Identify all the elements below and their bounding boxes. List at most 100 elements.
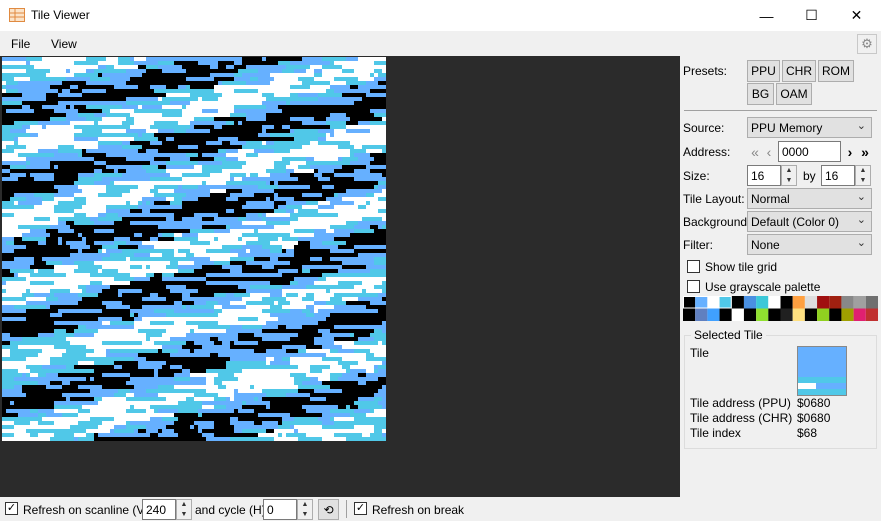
preset-chr-button[interactable]: CHR — [782, 60, 816, 82]
palette-swatch[interactable] — [853, 308, 866, 322]
palette-swatch[interactable] — [865, 308, 878, 322]
tile-pixel — [2, 325, 26, 329]
tile-pixel — [266, 393, 286, 397]
tile-viewport[interactable] — [0, 56, 680, 497]
double-chevron-right-icon[interactable]: » — [858, 141, 872, 162]
size-width-input[interactable]: 16 — [747, 165, 781, 186]
palette-swatch[interactable] — [768, 296, 781, 309]
up-arrow-icon[interactable]: ▲ — [856, 166, 870, 175]
grayscale-checkbox[interactable] — [687, 280, 700, 293]
filter-select[interactable]: None ⌄ — [747, 234, 872, 255]
tile-pixel — [342, 373, 358, 377]
palette-swatch[interactable] — [719, 296, 732, 309]
close-button[interactable]: ✕ — [834, 0, 879, 31]
source-select[interactable]: PPU Memory ⌄ — [747, 117, 872, 138]
tile-pixel — [54, 257, 78, 261]
tile-pixel — [62, 201, 86, 205]
show-tile-grid-checkbox[interactable] — [687, 260, 700, 273]
scanline-stepper[interactable]: ▲ ▼ — [176, 499, 192, 520]
size-width-stepper[interactable]: ▲ ▼ — [781, 165, 797, 186]
palette-swatch[interactable] — [707, 296, 720, 309]
preset-rom-button[interactable]: ROM — [818, 60, 854, 82]
tile-pixel — [190, 121, 198, 125]
tile-pixel — [278, 61, 290, 65]
palette-swatch[interactable] — [695, 308, 708, 322]
preset-bg-button[interactable]: BG — [747, 83, 774, 105]
palette-swatch[interactable] — [743, 308, 757, 322]
tile-pixel — [346, 413, 350, 417]
palette-swatch[interactable] — [865, 296, 878, 309]
palette-swatch[interactable] — [743, 296, 757, 309]
palette-swatch[interactable] — [804, 308, 818, 322]
menu-view[interactable]: View — [51, 37, 77, 51]
palette-swatch[interactable] — [829, 296, 842, 309]
down-arrow-icon[interactable]: ▼ — [298, 510, 312, 519]
tile-map-canvas[interactable] — [2, 57, 386, 441]
menu-file[interactable]: File — [11, 37, 30, 51]
tile-pixel — [154, 181, 178, 185]
tile-pixel — [226, 173, 230, 177]
palette-swatch[interactable] — [804, 296, 818, 309]
tile-pixel — [346, 173, 366, 177]
scanline-input[interactable]: 240 — [142, 499, 176, 520]
tile-pixel — [310, 393, 330, 397]
up-arrow-icon[interactable]: ▲ — [782, 166, 796, 175]
tile-pixel — [350, 273, 358, 277]
tile-pixel — [366, 149, 382, 153]
palette-swatch[interactable] — [780, 296, 793, 309]
tile-layout-select[interactable]: Normal ⌄ — [747, 188, 872, 209]
palette-swatch[interactable] — [829, 308, 842, 322]
down-arrow-icon[interactable]: ▼ — [856, 176, 870, 185]
up-arrow-icon[interactable]: ▲ — [177, 500, 191, 509]
cycle-stepper[interactable]: ▲ ▼ — [297, 499, 313, 520]
palette-swatch[interactable] — [731, 308, 744, 322]
refresh-break-checkbox[interactable]: ✓ — [354, 502, 367, 515]
preset-ppu-button[interactable]: PPU — [747, 60, 780, 82]
palette-selector[interactable] — [683, 296, 878, 321]
tile-pixel — [6, 185, 22, 189]
palette-swatch[interactable] — [707, 308, 720, 322]
palette-swatch[interactable] — [731, 296, 744, 309]
palette-swatch[interactable] — [719, 308, 732, 322]
chevron-left-icon[interactable]: ‹ — [762, 141, 776, 162]
tile-pixel — [30, 353, 38, 357]
palette-swatch[interactable] — [792, 308, 805, 322]
palette-swatch[interactable] — [683, 308, 696, 322]
palette-swatch[interactable] — [683, 296, 696, 309]
palette-swatch[interactable] — [780, 308, 793, 322]
size-height-input[interactable]: 16 — [821, 165, 855, 186]
tile-pixel — [182, 273, 190, 277]
up-arrow-icon[interactable]: ▲ — [298, 500, 312, 509]
double-chevron-left-icon[interactable]: « — [748, 141, 762, 162]
tile-pixel — [122, 105, 138, 109]
palette-swatch[interactable] — [756, 296, 769, 309]
settings-button[interactable]: ⚙ — [857, 34, 877, 54]
cycle-input[interactable]: 0 — [263, 499, 297, 520]
refresh-scanline-checkbox[interactable]: ✓ — [5, 502, 18, 515]
maximize-button[interactable]: ☐ — [789, 0, 834, 31]
down-arrow-icon[interactable]: ▼ — [782, 176, 796, 185]
palette-swatch[interactable] — [695, 296, 708, 309]
palette-swatch[interactable] — [841, 296, 854, 309]
reset-refresh-button[interactable]: ⟲ — [318, 499, 339, 520]
tile-pixel — [342, 165, 366, 169]
palette-swatch[interactable] — [853, 296, 866, 309]
palette-swatch[interactable] — [768, 308, 781, 322]
tile-pixel — [154, 325, 166, 329]
tile-pixel — [298, 89, 302, 93]
down-arrow-icon[interactable]: ▼ — [177, 510, 191, 519]
minimize-button[interactable]: — — [744, 0, 789, 31]
palette-swatch[interactable] — [792, 296, 805, 309]
background-select[interactable]: Default (Color 0) ⌄ — [747, 211, 872, 232]
tile-pixel — [310, 225, 330, 229]
palette-swatch[interactable] — [756, 308, 769, 322]
preset-oam-button[interactable]: OAM — [776, 83, 812, 105]
palette-swatch[interactable] — [817, 308, 830, 322]
palette-swatch[interactable] — [817, 296, 830, 309]
tile-pixel — [2, 173, 10, 177]
address-input[interactable]: 0000 — [778, 141, 841, 162]
chevron-right-icon[interactable]: › — [843, 141, 857, 162]
tile-pixel — [150, 321, 158, 325]
size-height-stepper[interactable]: ▲ ▼ — [855, 165, 871, 186]
palette-swatch[interactable] — [841, 308, 854, 322]
